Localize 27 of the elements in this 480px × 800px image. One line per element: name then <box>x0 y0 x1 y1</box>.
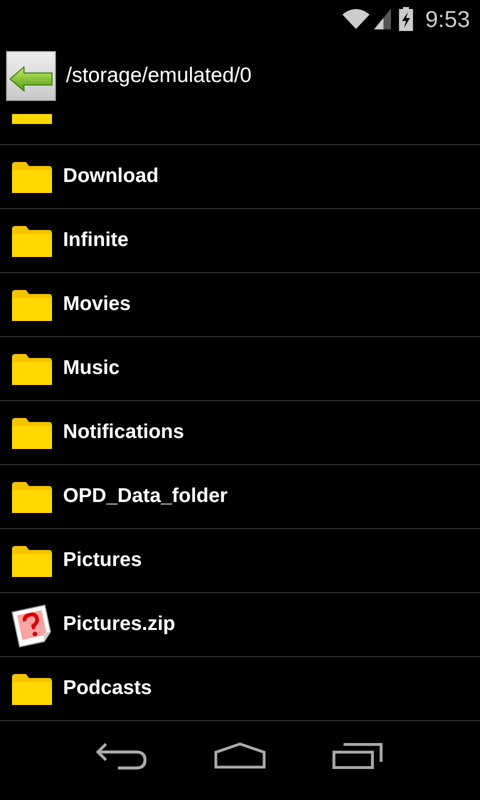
file-name: OPD_Data_folder <box>63 485 228 508</box>
back-button[interactable] <box>6 51 56 101</box>
file-row[interactable]: Notifications <box>0 401 480 465</box>
back-icon[interactable] <box>96 742 148 770</box>
battery-charging-icon <box>399 7 414 31</box>
file-row[interactable]: Download <box>0 145 480 209</box>
file-row[interactable]: Movies <box>0 273 480 337</box>
file-row[interactable]: OPD_Data_folder <box>0 465 480 529</box>
file-row[interactable]: Pictures.zip <box>0 593 480 657</box>
file-name: Movies <box>63 293 131 316</box>
file-name: Pictures <box>63 549 142 572</box>
file-name: Notifications <box>63 421 184 444</box>
file-name: Pictures.zip <box>63 613 176 636</box>
home-icon[interactable] <box>214 742 266 770</box>
signal-icon <box>374 8 392 30</box>
file-row[interactable]: Music <box>0 337 480 401</box>
file-row[interactable]: Pictures <box>0 529 480 593</box>
directory-path: /storage/emulated/0 <box>66 64 252 88</box>
wifi-icon <box>342 9 370 29</box>
file-name: Download <box>63 165 159 188</box>
clock-time: 9:53 <box>425 6 470 32</box>
file-row[interactable]: Infinite <box>0 209 480 273</box>
recent-apps-icon[interactable] <box>332 742 384 770</box>
file-name: Podcasts <box>63 677 152 700</box>
file-name: Music <box>63 357 120 380</box>
file-row[interactable]: Podcasts <box>0 657 480 721</box>
file-name: Infinite <box>63 229 129 252</box>
